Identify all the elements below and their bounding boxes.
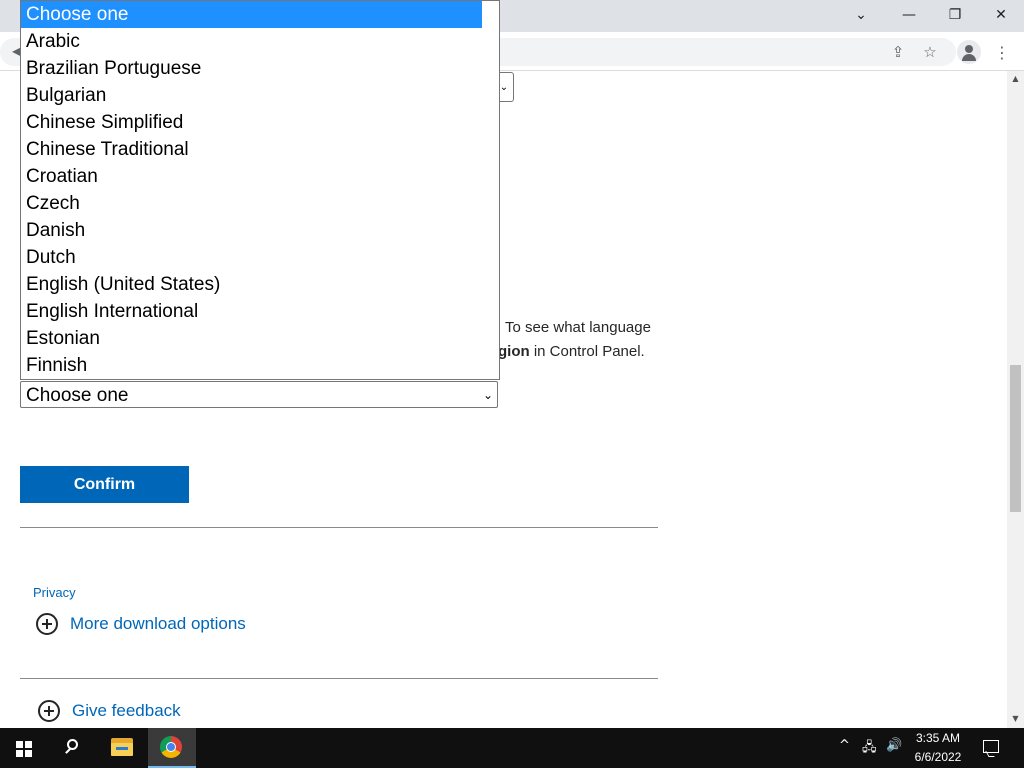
- dropdown-option[interactable]: Czech: [21, 190, 482, 217]
- share-icon[interactable]: ⇪: [888, 42, 908, 62]
- dropdown-option[interactable]: Choose one: [21, 1, 482, 28]
- browser-menu-icon[interactable]: ⋮: [992, 42, 1012, 62]
- dropdown-option[interactable]: Dutch: [21, 244, 482, 271]
- dropdown-option[interactable]: Croatian: [21, 163, 482, 190]
- dropdown-option[interactable]: Estonian: [21, 325, 482, 352]
- bookmark-star-icon[interactable]: ☆: [920, 42, 940, 62]
- dropdown-option[interactable]: Arabic: [21, 28, 482, 55]
- chevron-down-icon: ⌄: [482, 388, 493, 402]
- plus-circle-icon[interactable]: [38, 700, 60, 722]
- close-window-button[interactable]: ✕: [978, 0, 1024, 30]
- tab-search-chevron-down-icon[interactable]: ⌄: [838, 0, 884, 30]
- language-info-text-2: gion in Control Panel.: [498, 343, 645, 360]
- language-info-text: To see what language: [505, 319, 651, 336]
- scroll-down-arrow-icon[interactable]: ▼: [1007, 712, 1024, 726]
- file-explorer-icon[interactable]: [111, 738, 133, 756]
- scroll-up-arrow-icon[interactable]: ▲: [1007, 72, 1024, 86]
- dropdown-option[interactable]: Chinese Traditional: [21, 136, 482, 163]
- profile-avatar-icon[interactable]: [957, 40, 981, 64]
- privacy-link[interactable]: Privacy: [33, 585, 76, 600]
- clock-time[interactable]: 3:35 AM: [904, 731, 972, 745]
- give-feedback-link[interactable]: Give feedback: [72, 701, 181, 721]
- volume-icon[interactable]: 🔊: [886, 738, 902, 753]
- network-icon[interactable]: 🖧: [862, 738, 877, 760]
- language-select[interactable]: Choose one ⌄: [20, 381, 498, 408]
- control-panel-text: in Control Panel.: [529, 343, 645, 360]
- more-download-options-link[interactable]: More download options: [70, 614, 246, 634]
- dropdown-option[interactable]: Danish: [21, 217, 482, 244]
- chrome-icon[interactable]: [160, 736, 182, 758]
- language-select-value: Choose one: [26, 385, 129, 406]
- restore-button[interactable]: ❐: [932, 0, 978, 30]
- search-icon[interactable]: [64, 738, 82, 756]
- dropdown-option[interactable]: Brazilian Portuguese: [21, 55, 482, 82]
- clock-date[interactable]: 6/6/2022: [904, 750, 972, 764]
- dropdown-option[interactable]: Bulgarian: [21, 82, 482, 109]
- language-dropdown-list[interactable]: Finnish Estonian English International Engl…: [20, 0, 500, 380]
- confirm-button[interactable]: Confirm: [20, 466, 189, 503]
- notification-icon[interactable]: [983, 740, 999, 753]
- windows-start-icon[interactable]: [16, 741, 32, 757]
- plus-circle-icon[interactable]: [36, 613, 58, 635]
- dropdown-option[interactable]: English International: [21, 298, 482, 325]
- divider: [20, 678, 658, 679]
- region-bold-text: gion: [498, 343, 530, 360]
- dropdown-option[interactable]: Chinese Simplified: [21, 109, 482, 136]
- minimize-button[interactable]: —: [886, 0, 932, 30]
- page-scrollbar-thumb[interactable]: [1010, 365, 1021, 512]
- dropdown-option[interactable]: English (United States): [21, 271, 482, 298]
- dropdown-option[interactable]: Finnish: [21, 352, 482, 379]
- tray-chevron-up-icon[interactable]: ^: [839, 738, 850, 753]
- divider: [20, 527, 658, 528]
